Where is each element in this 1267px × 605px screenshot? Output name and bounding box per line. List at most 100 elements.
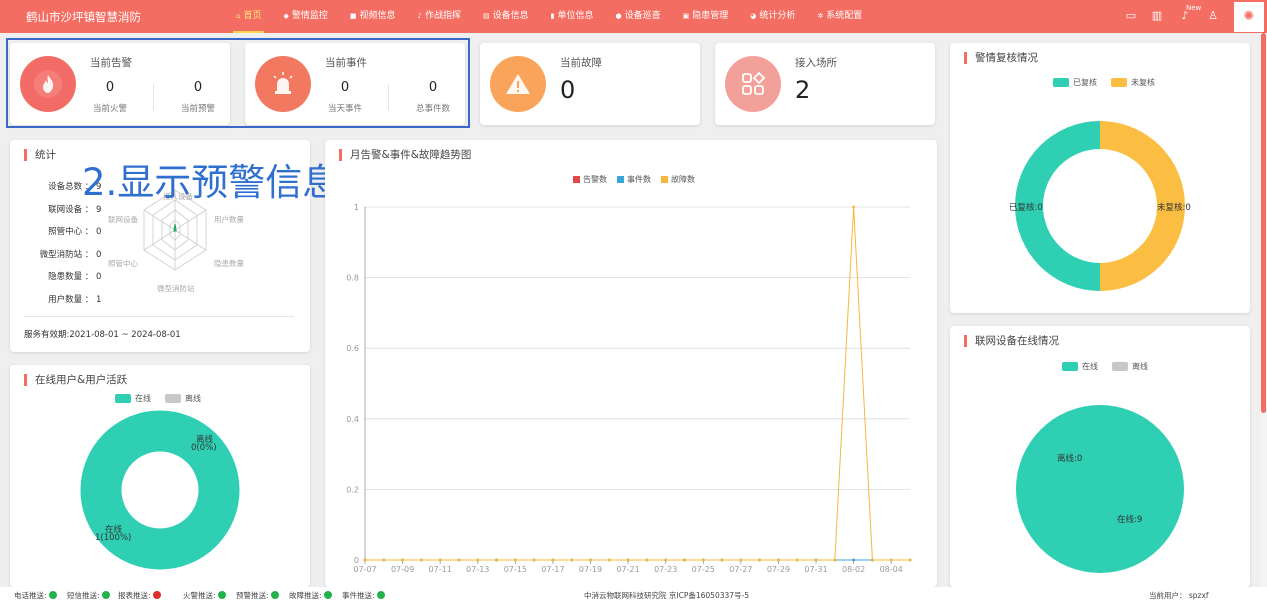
offline-slice-value: 0(0%) bbox=[191, 443, 217, 453]
connected-sites-card[interactable]: 接入场所 2 bbox=[715, 43, 935, 125]
legend-item[interactable]: 未复核 bbox=[1111, 77, 1155, 88]
main-nav: ⌂ 首页 ◆ 警情监控 ■ 视频信息 ♪ 作战指挥 ▤ 设备信息 ▮ 单位信息 ● 设备巡查 ▣ 隐患管理 ◕ 统… bbox=[225, 0, 873, 33]
push-status-label: 短信推送: bbox=[67, 591, 100, 600]
nav-label: 隐患管理 bbox=[692, 11, 729, 21]
total-event-count: 0 bbox=[428, 80, 438, 95]
nav-item-7[interactable]: ▣ 隐患管理 bbox=[672, 0, 740, 33]
statistics-title: 统计 bbox=[24, 149, 56, 161]
hazard-icon: ▣ bbox=[682, 12, 690, 20]
stat-row-value: 9 bbox=[96, 204, 102, 215]
fire-alarm-count: 0 bbox=[105, 80, 115, 95]
data-point bbox=[438, 558, 442, 562]
x-tick-label: 07-09 bbox=[391, 565, 414, 574]
user-icon[interactable]: ♙ bbox=[1206, 9, 1220, 23]
nav-item-0[interactable]: ⌂ 首页 bbox=[225, 0, 272, 33]
x-tick-label: 07-13 bbox=[466, 565, 489, 574]
stat-row-value: 0 bbox=[96, 249, 102, 260]
x-tick-label: 07-15 bbox=[504, 565, 527, 574]
legend-item[interactable]: 已复核 bbox=[1053, 77, 1097, 88]
book-icon[interactable]: ▥ bbox=[1150, 9, 1164, 23]
alarm-title: 当前告警 bbox=[90, 57, 132, 69]
copyright-text: 中消云物联网科技研究院 京ICP备16050337号-5 bbox=[584, 591, 750, 600]
stat-row-label: 联网设备 bbox=[48, 204, 83, 215]
top-navigation-bar: 鹤山市沙坪镇智慧消防 ⌂ 首页 ◆ 警情监控 ■ 视频信息 ♪ 作战指挥 ▤ 设备信息 ▮ 单位信息 ●… bbox=[0, 0, 1267, 33]
sites-count: 2 bbox=[795, 76, 811, 104]
data-point bbox=[607, 558, 611, 562]
status-footer: 电话推送: 短信推送: 报表推送: 火警推送: 预警推送: 故障推送: 事件推送: 中消云物… bbox=[0, 587, 1267, 605]
current-event-card[interactable]: 当前事件 0 当天事件 0 总事件数 bbox=[245, 43, 465, 125]
app-title: 鹤山市沙坪镇智慧消防 bbox=[26, 10, 141, 24]
y-tick-label: 1 bbox=[354, 203, 359, 212]
data-point bbox=[889, 558, 893, 562]
device-online-legend: 在线 离线 bbox=[1062, 361, 1158, 372]
stat-row-label: 隐患数量 bbox=[48, 272, 83, 282]
total-event-label: 总事件数 bbox=[415, 104, 450, 114]
today-event-count: 0 bbox=[340, 80, 350, 95]
settings-gear-icon[interactable]: ✺ bbox=[1234, 2, 1264, 32]
nav-item-6[interactable]: ● 设备巡查 bbox=[605, 0, 672, 33]
nav-label: 视频信息 bbox=[359, 11, 396, 21]
y-tick-label: 0.4 bbox=[346, 415, 359, 424]
device-online-title: 联网设备在线情况 bbox=[964, 335, 1059, 347]
push-status-label: 预警推送: bbox=[236, 591, 269, 600]
command-icon: ♪ bbox=[417, 12, 422, 20]
nav-item-9[interactable]: ✲ 系统配置 bbox=[806, 0, 873, 33]
online-users-legend: 在线 离线 bbox=[115, 393, 211, 404]
page-scrollbar[interactable] bbox=[1260, 33, 1267, 587]
nav-item-3[interactable]: ♪ 作战指挥 bbox=[407, 0, 472, 33]
flame-icon bbox=[20, 56, 76, 112]
stat-row-value: 1 bbox=[96, 294, 102, 305]
status-dot-icon bbox=[323, 591, 332, 599]
stat-row-label: 设备总数 bbox=[48, 182, 83, 192]
nav-label: 设备信息 bbox=[492, 11, 529, 21]
x-tick-label: 08-04 bbox=[880, 565, 903, 574]
data-point bbox=[701, 558, 705, 562]
pie-slice-online bbox=[1016, 405, 1184, 573]
push-status-item: 事件推送: bbox=[342, 587, 388, 605]
nav-item-2[interactable]: ■ 视频信息 bbox=[339, 0, 407, 33]
early-warning-count: 0 bbox=[193, 80, 203, 95]
nav-label: 首页 bbox=[243, 11, 262, 21]
data-point bbox=[382, 558, 386, 562]
alarm-review-panel: 警情复核情况 已复核 未复核 已复核:0 未复核:0 bbox=[950, 43, 1250, 313]
nav-label: 系统配置 bbox=[826, 11, 863, 21]
separator: ： bbox=[82, 294, 96, 305]
unreviewed-label: 未复核:0 bbox=[1157, 203, 1191, 213]
separator: ： bbox=[82, 249, 96, 260]
trend-line-chart: 0 0.2 0.4 0.6 0.8 1 07-07 07-09 07-11 07-13 07-15 0… bbox=[346, 203, 912, 574]
fault-title: 当前故障 bbox=[560, 57, 602, 69]
x-tick-label: 07-23 bbox=[654, 565, 677, 574]
data-point bbox=[664, 558, 668, 562]
nav-item-1[interactable]: ◆ 警情监控 bbox=[272, 0, 338, 33]
data-point bbox=[532, 558, 536, 562]
data-point bbox=[795, 558, 799, 562]
patrol-icon: ● bbox=[615, 12, 622, 20]
trend-chart-panel: 月告警&事件&故障趋势图 告警数 事件数 故障数 0 0.2 0.4 0.6 0.8 1 0… bbox=[325, 140, 937, 587]
stat-row-label: 照管中心 bbox=[48, 227, 83, 237]
stat-row-value: 0 bbox=[96, 227, 102, 237]
nav-item-4[interactable]: ▤ 设备信息 bbox=[472, 0, 540, 33]
nav-label: 作战指挥 bbox=[424, 11, 461, 21]
data-point bbox=[495, 558, 498, 562]
y-tick-label: 0.8 bbox=[346, 274, 359, 283]
current-fault-card[interactable]: 当前故障 0 bbox=[480, 43, 700, 125]
apps-grid-icon bbox=[725, 56, 781, 112]
data-point bbox=[814, 558, 818, 562]
offline-pie-label: 离线:0 bbox=[1057, 454, 1083, 464]
y-tick-label: 0.2 bbox=[346, 485, 359, 494]
radar-label: 联网设备 bbox=[108, 215, 138, 224]
screen-icon[interactable]: ▭ bbox=[1124, 9, 1138, 23]
online-users-title: 在线用户&用户活跃 bbox=[24, 374, 127, 386]
legend-item[interactable]: 离线 bbox=[1112, 361, 1148, 372]
data-point bbox=[871, 558, 874, 562]
data-point bbox=[852, 558, 856, 562]
current-alarm-card[interactable]: 当前告警 0 当前火警 0 当前预警 bbox=[10, 43, 230, 125]
scrollbar-thumb[interactable] bbox=[1261, 33, 1266, 413]
nav-item-5[interactable]: ▮ 单位信息 bbox=[540, 0, 605, 33]
legend-item[interactable]: 在线 bbox=[1062, 361, 1098, 372]
legend-item[interactable]: 在线 bbox=[115, 393, 151, 404]
legend-item[interactable]: 离线 bbox=[165, 393, 201, 404]
push-status-label: 事件推送: bbox=[342, 591, 375, 600]
device-online-panel: 联网设备在线情况 在线 离线 离线:0 在线:9 bbox=[950, 326, 1250, 587]
nav-item-8[interactable]: ◕ 统计分析 bbox=[739, 0, 806, 33]
